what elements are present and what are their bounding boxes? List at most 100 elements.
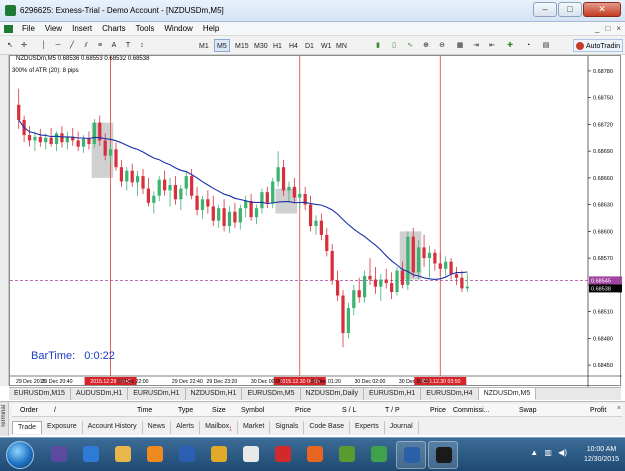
menu-tools[interactable]: Tools	[136, 24, 155, 33]
trendline-icon[interactable]: ╱	[66, 39, 78, 52]
timeframe-m5[interactable]: M5	[214, 39, 230, 52]
column-order[interactable]: Order	[20, 407, 38, 414]
menu-file[interactable]: File	[22, 24, 35, 33]
crosshair-icon[interactable]: ✛	[18, 39, 30, 52]
network-icon[interactable]: ▥	[544, 448, 552, 457]
cursor-icon[interactable]: ↖	[4, 39, 16, 52]
chart-canvas[interactable]: 0.68780 0.68750 0.68720 0.68690 0.68660 0.686…	[10, 56, 622, 387]
terminal-close-button[interactable]: ×	[617, 405, 621, 412]
terminal-tab-signals[interactable]: Signals	[270, 421, 305, 434]
column-price[interactable]: Price	[295, 407, 311, 414]
terminal-tab-code-base[interactable]: Code Base	[304, 421, 350, 434]
price-chart[interactable]: 0.68780 0.68750 0.68720 0.68690 0.68660 0.686…	[9, 55, 622, 387]
horizontal-line-icon[interactable]: ─	[52, 39, 64, 52]
candlestick-icon[interactable]: ▯	[388, 39, 400, 52]
bar-chart-icon[interactable]: ▮	[372, 39, 384, 52]
terminal-tab-account-history[interactable]: Account History	[83, 421, 143, 434]
maximize-button[interactable]: □	[558, 2, 582, 17]
column-tp[interactable]: T / P	[385, 407, 400, 414]
taskbar-app[interactable]	[364, 441, 394, 469]
taskbar-app[interactable]	[300, 441, 330, 469]
chart-tab-active[interactable]: NZDUSDm,M5	[478, 388, 537, 400]
column-type[interactable]: Type	[178, 407, 193, 414]
column-swap[interactable]: Swap	[519, 407, 537, 414]
terminal-tab-news[interactable]: News	[143, 421, 172, 434]
chart-tab[interactable]: EURUSDm,H4	[421, 388, 479, 400]
taskbar-app[interactable]	[108, 441, 138, 469]
column-sl[interactable]: S / L	[342, 407, 356, 414]
column-time[interactable]: Time	[137, 407, 152, 414]
arrows-icon[interactable]: ↕	[136, 39, 148, 52]
menu-help[interactable]: Help	[203, 24, 219, 33]
taskbar-app[interactable]	[172, 441, 202, 469]
terminal-tab-trade[interactable]: Trade	[12, 421, 43, 434]
timeframe-m30[interactable]: M30	[251, 39, 271, 52]
minimize-button[interactable]: –	[533, 2, 557, 17]
indicators-icon[interactable]: ✚	[504, 39, 516, 52]
zoom-out-icon[interactable]: ⊖	[436, 39, 448, 52]
mdi-restore-button[interactable]: □	[605, 24, 610, 33]
chart-window-icon[interactable]	[4, 25, 13, 33]
chart-tab[interactable]: AUDUSDm,H1	[71, 388, 129, 400]
timeframe-mn[interactable]: MN	[333, 39, 350, 52]
start-button[interactable]	[6, 441, 34, 469]
terminal-side-label[interactable]: Terminal	[0, 402, 9, 436]
column-sort[interactable]: /	[54, 407, 56, 414]
zoom-in-icon[interactable]: ⊕	[420, 39, 432, 52]
chart-tab[interactable]: NZDUSDm,H1	[186, 388, 243, 400]
terminal-tab-experts[interactable]: Experts	[350, 421, 385, 434]
vertical-line-icon[interactable]: │	[38, 39, 50, 52]
volume-icon[interactable]: ◀)	[558, 448, 567, 457]
periods-icon[interactable]: ◔	[522, 39, 534, 52]
chart-shift-icon[interactable]: ⇤	[486, 39, 498, 52]
taskbar-app[interactable]	[204, 441, 234, 469]
mdi-close-button[interactable]: ×	[616, 24, 621, 33]
chart-tab[interactable]: EURUSDm,H1	[128, 388, 186, 400]
column-symbol[interactable]: Symbol	[241, 407, 264, 414]
autoscroll-icon[interactable]: ⇥	[470, 39, 482, 52]
terminal-tab-market[interactable]: Market	[238, 421, 271, 434]
column-current-price[interactable]: Price	[430, 407, 446, 414]
taskbar-app[interactable]	[268, 441, 298, 469]
terminal-tab-exposure[interactable]: Exposure	[42, 421, 83, 434]
templates-icon[interactable]: ▤	[540, 39, 552, 52]
terminal-tab-alerts[interactable]: Alerts	[171, 421, 201, 434]
taskbar-app[interactable]	[140, 441, 170, 469]
taskbar-app[interactable]	[44, 441, 74, 469]
column-profit[interactable]: Profit	[590, 407, 606, 414]
taskbar-app[interactable]	[332, 441, 362, 469]
menu-charts[interactable]: Charts	[102, 24, 126, 33]
line-chart-icon[interactable]: ∿	[404, 39, 416, 52]
timeframe-m1[interactable]: M1	[196, 39, 212, 52]
tile-windows-icon[interactable]: ▦	[454, 39, 466, 52]
chart-tab[interactable]: NZDUSDm,Daily	[301, 388, 364, 400]
text-tool-icon[interactable]: A	[108, 39, 120, 52]
menu-window[interactable]: Window	[164, 24, 192, 33]
close-button[interactable]: ✕	[583, 2, 621, 17]
timeframe-m15[interactable]: M15	[232, 39, 252, 52]
timeframe-h4[interactable]: H4	[286, 39, 301, 52]
timeframe-h1[interactable]: H1	[270, 39, 285, 52]
taskbar-app[interactable]	[428, 441, 458, 469]
navigator-dock-strip[interactable]	[0, 55, 9, 386]
terminal-tab-mailbox[interactable]: Mailbox1	[200, 421, 238, 434]
show-hidden-icons[interactable]: ▲	[530, 448, 538, 457]
chart-tab[interactable]: EURUSDm,M5	[242, 388, 301, 400]
taskbar-app[interactable]	[396, 441, 426, 469]
taskbar-app[interactable]	[236, 441, 266, 469]
column-commission[interactable]: Commissi...	[453, 407, 490, 414]
timeframe-d1[interactable]: D1	[302, 39, 317, 52]
channel-icon[interactable]: ⫽	[80, 39, 92, 52]
terminal-tab-journal[interactable]: Journal	[385, 421, 419, 434]
system-clock[interactable]: 10:00 AM 12/30/2015	[584, 445, 619, 465]
fibonacci-icon[interactable]: ≡	[94, 39, 106, 52]
column-size[interactable]: Size	[212, 407, 226, 414]
menu-view[interactable]: View	[45, 24, 62, 33]
autotrading-button[interactable]: AutoTradin	[573, 39, 623, 52]
label-tool-icon[interactable]: T	[122, 39, 134, 52]
chart-tab[interactable]: EURUSDm,H1	[364, 388, 422, 400]
mdi-minimize-button[interactable]: _	[595, 24, 599, 33]
menu-insert[interactable]: Insert	[72, 24, 92, 33]
chart-tab[interactable]: EURUSDm,M15	[9, 388, 71, 400]
taskbar-app[interactable]	[76, 441, 106, 469]
